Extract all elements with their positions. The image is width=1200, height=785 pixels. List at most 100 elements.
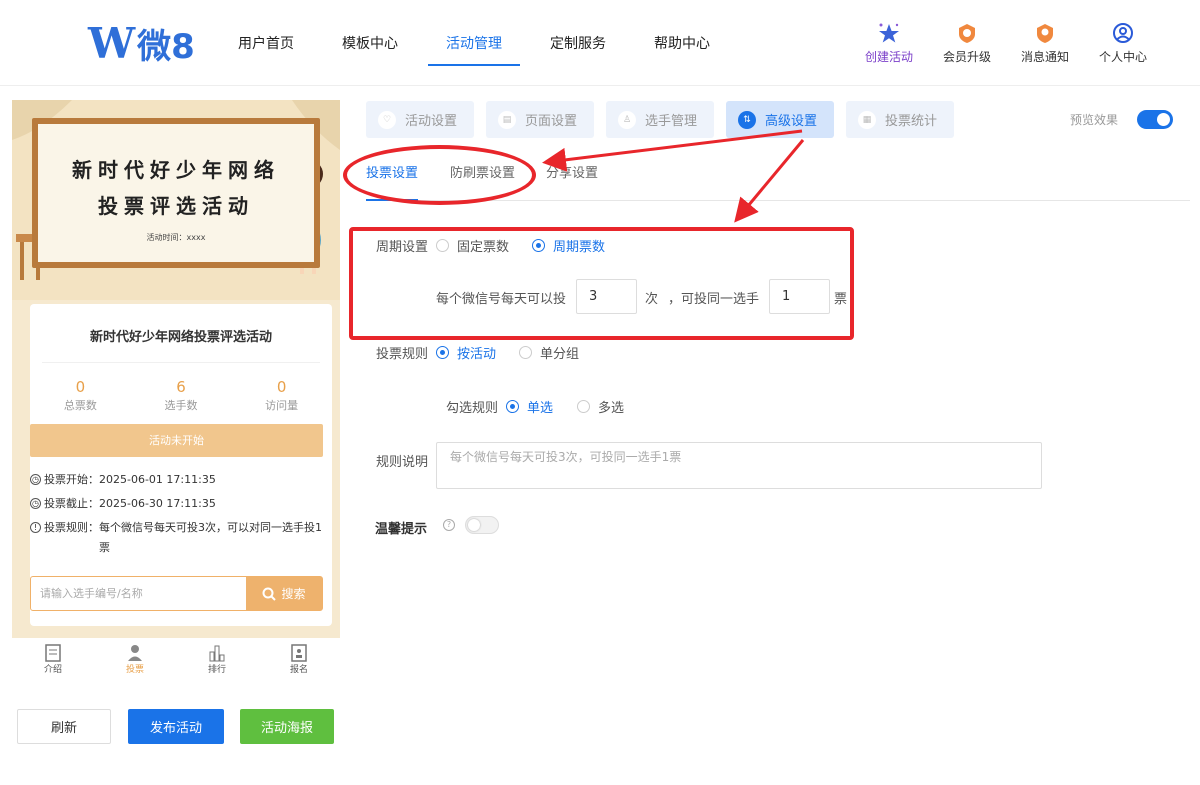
tabbar-label: 报名 bbox=[289, 665, 308, 675]
subtab-share-settings[interactable]: 分享设置 bbox=[546, 165, 598, 201]
create-activity-button[interactable]: 创建活动 bbox=[850, 22, 928, 65]
info-label: 投票规则： bbox=[44, 521, 99, 534]
preview-effect-label: 预览效果 bbox=[1070, 113, 1119, 127]
annotation-box bbox=[349, 227, 854, 340]
sliders-icon: ⇅ bbox=[738, 110, 756, 129]
tabbar-ranking[interactable]: 排行 bbox=[176, 638, 258, 685]
annotation-oval bbox=[343, 145, 536, 205]
logo-text: 微8 bbox=[137, 26, 195, 67]
tabbar-label: 介绍 bbox=[43, 665, 62, 675]
nav-template-center[interactable]: 模板中心 bbox=[342, 0, 398, 86]
personal-center-button[interactable]: 个人中心 bbox=[1084, 22, 1162, 65]
nav-activity-management[interactable]: 活动管理 bbox=[428, 0, 520, 86]
activity-status-badge: 活动未开始 bbox=[30, 424, 323, 457]
radio-circle bbox=[519, 346, 532, 359]
radio-circle bbox=[577, 400, 590, 413]
settings-tabs: ♡ 活动设置 ▤ 页面设置 ♙ 选手管理 ⇅ 高级设置 ▦ 投票统计 bbox=[366, 101, 966, 138]
stat-value: 0 bbox=[75, 378, 86, 396]
info-value: 2025-06-01 17:11:35 bbox=[99, 473, 216, 486]
tab-label: 投票统计 bbox=[885, 114, 938, 129]
warm-tip-toggle[interactable] bbox=[465, 516, 499, 534]
header-actions: 创建活动 会员升级 消息通知 个人中心 bbox=[850, 22, 1162, 65]
user-icon: ♙ bbox=[618, 110, 636, 129]
info-value: 每个微信号每天可投3次，可以对同一选手投1票 bbox=[99, 521, 322, 554]
tabbar-label: 排行 bbox=[207, 665, 226, 675]
logo-mark: W bbox=[88, 18, 135, 68]
stats-row: 0 总票数 6 选手数 0 访问量 bbox=[30, 378, 332, 413]
nav-user-home[interactable]: 用户首页 bbox=[238, 0, 294, 86]
banner-title-line2: 投票评选活动 bbox=[98, 194, 254, 218]
rule-description-label: 规则说明 bbox=[376, 455, 429, 470]
tabbar-vote[interactable]: 投票 bbox=[94, 638, 176, 685]
tab-activity-settings[interactable]: ♡ 活动设置 bbox=[366, 101, 474, 138]
select-rule-label: 勾选规则 bbox=[446, 401, 499, 416]
mobile-tabbar: 介绍 投票 排行 报名 bbox=[12, 638, 340, 685]
radio-label: 按活动 bbox=[457, 347, 497, 362]
radio-circle bbox=[436, 346, 449, 359]
tab-label: 活动设置 bbox=[405, 114, 458, 129]
tab-label: 页面设置 bbox=[525, 114, 578, 129]
radio-single-select[interactable]: 单选 bbox=[506, 397, 553, 416]
user-circle-icon bbox=[1084, 22, 1162, 44]
search-button-label: 搜索 bbox=[281, 587, 306, 601]
stat-value: 0 bbox=[276, 378, 287, 396]
warm-tip-label: 温馨提示 bbox=[375, 522, 428, 537]
tab-vote-statistics[interactable]: ▦ 投票统计 bbox=[846, 101, 954, 138]
create-activity-label: 创建活动 bbox=[864, 50, 913, 64]
tab-advanced-settings[interactable]: ⇅ 高级设置 bbox=[726, 101, 834, 138]
banner-title-line1: 新时代好少年网络 bbox=[72, 158, 280, 182]
vote-rule-label: 投票规则 bbox=[376, 347, 429, 362]
document-icon bbox=[12, 644, 94, 662]
preview-effect-toggle[interactable] bbox=[1137, 110, 1173, 129]
nav-custom-service[interactable]: 定制服务 bbox=[550, 0, 606, 86]
help-icon[interactable]: ? bbox=[443, 519, 455, 531]
activity-poster-button[interactable]: 活动海报 bbox=[240, 709, 334, 744]
banner-time: 活动时间：xxxx bbox=[146, 233, 206, 242]
stat-visits: 0 访问量 bbox=[231, 378, 332, 413]
notifications-button[interactable]: 消息通知 bbox=[1006, 22, 1084, 65]
tabbar-intro[interactable]: 介绍 bbox=[12, 638, 94, 685]
stat-total-votes: 0 总票数 bbox=[30, 378, 131, 413]
person-icon bbox=[94, 644, 176, 662]
radio-multi-select[interactable]: 多选 bbox=[577, 397, 624, 416]
vote-start-info: ◷ 投票开始： 2025-06-01 17:11:35 bbox=[30, 472, 216, 488]
search-icon bbox=[262, 587, 277, 601]
main-nav: 用户首页 模板中心 活动管理 定制服务 帮助中心 bbox=[222, 0, 710, 86]
logo[interactable]: W 微8 bbox=[88, 18, 195, 68]
radio-by-group[interactable]: 单分组 bbox=[519, 343, 579, 362]
search-input[interactable]: 请输入选手编号/名称 bbox=[40, 577, 143, 610]
info-label: 投票截止： bbox=[44, 497, 99, 510]
member-upgrade-button[interactable]: 会员升级 bbox=[928, 22, 1006, 65]
info-label: 投票开始： bbox=[44, 473, 99, 486]
bell-icon bbox=[1006, 22, 1084, 44]
radio-label: 单分组 bbox=[540, 347, 580, 362]
info-icon: ! bbox=[30, 522, 41, 533]
radio-label: 单选 bbox=[527, 401, 554, 416]
info-value: 2025-06-30 17:11:35 bbox=[99, 497, 216, 510]
preview-actions: 刷新 发布活动 活动海报 bbox=[17, 709, 334, 744]
radio-by-activity[interactable]: 按活动 bbox=[436, 343, 496, 362]
tab-page-settings[interactable]: ▤ 页面设置 bbox=[486, 101, 594, 138]
publish-activity-button[interactable]: 发布活动 bbox=[128, 709, 224, 744]
activity-title: 新时代好少年网络投票评选活动 bbox=[89, 330, 272, 345]
stats-icon: ▦ bbox=[858, 110, 876, 129]
member-upgrade-label: 会员升级 bbox=[942, 50, 991, 64]
player-search: 请输入选手编号/名称 搜索 bbox=[30, 576, 323, 611]
top-header: W 微8 用户首页 模板中心 活动管理 定制服务 帮助中心 创建活动 会员升级 bbox=[0, 0, 1200, 86]
notifications-label: 消息通知 bbox=[1020, 50, 1069, 64]
tabbar-signup[interactable]: 报名 bbox=[258, 638, 340, 685]
refresh-button[interactable]: 刷新 bbox=[17, 709, 111, 744]
activity-card: 新时代好少年网络投票评选活动 0 总票数 6 选手数 0 访问量 活动未开始 ◷ bbox=[30, 304, 332, 626]
rule-description-textarea[interactable]: 每个微信号每天可投3次，可投同一选手1票 bbox=[436, 442, 1042, 489]
activity-banner: 新时代好少年网络 投票评选活动 活动时间：xxxx bbox=[12, 100, 340, 300]
tab-player-management[interactable]: ♙ 选手管理 bbox=[606, 101, 714, 138]
search-button[interactable]: 搜索 bbox=[246, 577, 322, 610]
nav-help-center[interactable]: 帮助中心 bbox=[654, 0, 710, 86]
title-board: 新时代好少年网络 投票评选活动 活动时间：xxxx bbox=[32, 118, 320, 268]
stat-label: 选手数 bbox=[164, 399, 198, 412]
tab-label: 选手管理 bbox=[645, 114, 698, 129]
signup-form-icon bbox=[258, 644, 340, 662]
stat-value: 6 bbox=[176, 378, 186, 396]
clock-icon: ◷ bbox=[30, 498, 41, 509]
clock-icon: ◷ bbox=[30, 474, 41, 485]
